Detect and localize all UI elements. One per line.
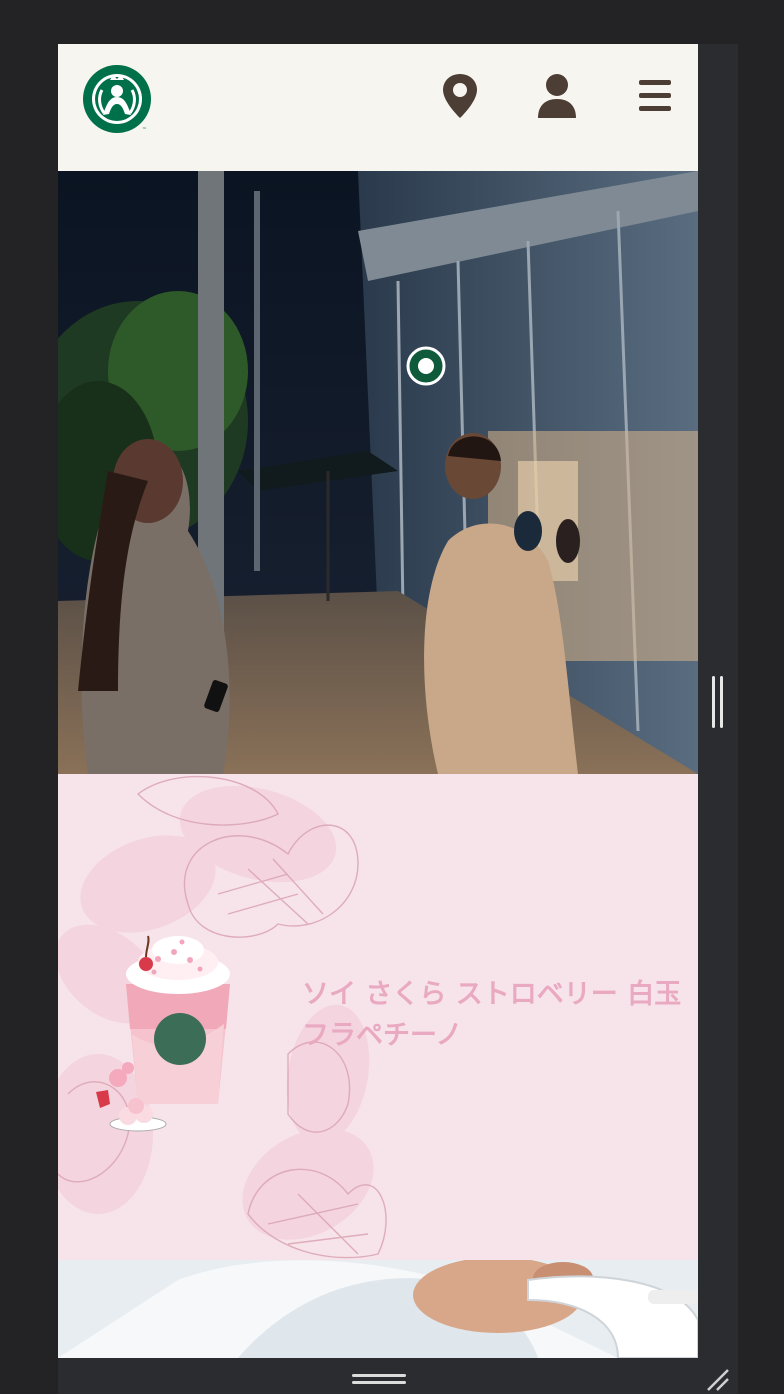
promo-banner[interactable]: ソイ さくら ストロベリー 白玉 フラペチーノ bbox=[58, 774, 698, 1260]
promo-title[interactable]: ソイ さくら ストロベリー 白玉 フラペチーノ bbox=[302, 974, 682, 1056]
menu-icon[interactable] bbox=[635, 72, 675, 120]
horizontal-drag-handle[interactable] bbox=[352, 1372, 406, 1388]
next-banner[interactable] bbox=[58, 1260, 698, 1358]
site-header: ™ bbox=[58, 44, 698, 171]
next-banner-image bbox=[58, 1260, 698, 1358]
cup-logo-dot bbox=[154, 1013, 206, 1065]
account-icon[interactable] bbox=[537, 72, 577, 120]
starbucks-logo[interactable]: ™ bbox=[82, 64, 152, 134]
hero-video[interactable] bbox=[58, 171, 698, 774]
svg-text:™: ™ bbox=[142, 127, 147, 133]
resize-corner-icon[interactable] bbox=[704, 1366, 732, 1392]
vertical-drag-handle[interactable] bbox=[712, 676, 724, 728]
hero-scene-image bbox=[58, 171, 698, 774]
location-pin-icon[interactable] bbox=[440, 72, 480, 120]
app-frame: ™ ソイ さくら ストロベリー 白玉 フラペチーノ bbox=[58, 44, 698, 1358]
